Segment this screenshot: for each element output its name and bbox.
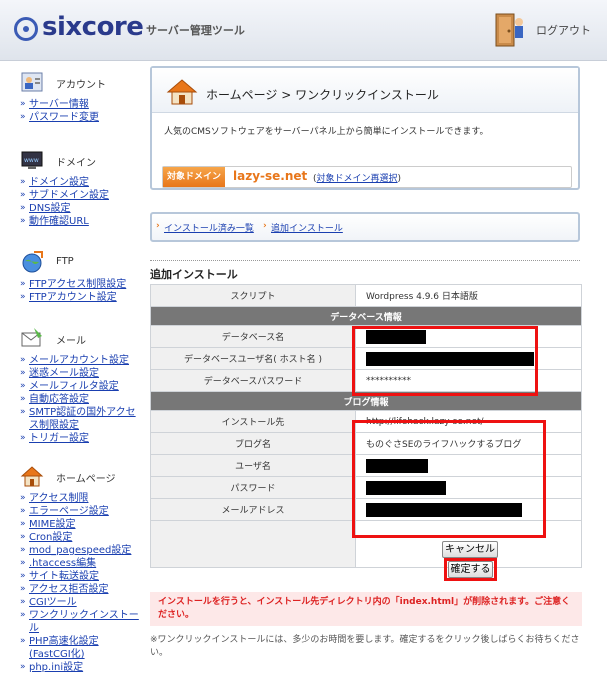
breadcrumb-add-install[interactable]: 追加インストール xyxy=(271,221,343,234)
homepage-house-icon xyxy=(20,466,44,487)
install-to-label: インストール先 xyxy=(150,410,356,433)
empty-cell xyxy=(150,520,356,568)
sidebar-item-cgi-tools[interactable]: CGIツール xyxy=(20,596,140,609)
sidebar-section-domain: www ドメイン ドメイン設定 サブドメイン設定 DNS設定 動作確認URL xyxy=(0,146,140,228)
domain-reselect-group: (対象ドメイン再選択) xyxy=(313,171,401,184)
sidebar-section-account: アカウント サーバー情報 パスワード変更 xyxy=(0,68,140,124)
sidebar-section-title: アカウント xyxy=(56,80,106,91)
blog-name-label: ブログ名 xyxy=(150,432,356,455)
blog-highlight-box xyxy=(352,420,546,538)
account-icon xyxy=(21,72,43,92)
sidebar-section-title: ドメイン xyxy=(56,158,96,169)
house-icon xyxy=(166,79,198,105)
db-highlight-box xyxy=(352,326,538,396)
db-pass-label: データベースパスワード xyxy=(150,369,356,392)
table-row: スクリプト Wordpress 4.9.6 日本語版 xyxy=(150,284,582,307)
sidebar-item-ftp-account[interactable]: FTPアカウント設定 xyxy=(20,291,140,304)
sidebar-item-htaccess[interactable]: .htaccess編集 xyxy=(20,557,140,570)
target-domain-bar: 対象ドメイン lazy-se.net (対象ドメイン再選択) xyxy=(162,166,572,188)
ftp-globe-icon xyxy=(22,251,43,273)
sidebar-item-cron[interactable]: Cron設定 xyxy=(20,531,140,544)
script-label: スクリプト xyxy=(150,284,356,307)
svg-text:www: www xyxy=(24,157,39,164)
script-value: Wordpress 4.9.6 日本語版 xyxy=(355,284,582,307)
sidebar-item-mod-pagespeed[interactable]: mod_pagespeed設定 xyxy=(20,544,140,557)
logo[interactable]: sixcore xyxy=(42,12,144,42)
sidebar-item-smtp-restriction[interactable]: SMTP認証の国外アクセス制限設定 xyxy=(20,406,140,432)
target-domain-badge: 対象ドメイン xyxy=(163,167,225,187)
sidebar-section-title: メール xyxy=(56,336,86,347)
header: sixcore サーバー管理ツール ログアウト xyxy=(0,0,607,61)
section-title: 追加インストール xyxy=(150,268,238,281)
sidebar-item-spam-settings[interactable]: 迷惑メール設定 xyxy=(20,367,140,380)
sidebar-item-one-click-install[interactable]: ワンクリックインストール xyxy=(20,609,140,635)
table-row: データベース情報 xyxy=(150,306,582,326)
domain-www-icon: www xyxy=(21,151,43,169)
logo-subtitle: サーバー管理ツール xyxy=(146,24,245,37)
logo-icon xyxy=(14,17,38,41)
sidebar-item-mail-account[interactable]: メールアカウント設定 xyxy=(20,354,140,367)
sidebar-section-ftp: FTP FTPアクセス制限設定 FTPアカウント設定 xyxy=(0,248,140,304)
password-label: パスワード xyxy=(150,476,356,499)
sidebar-item-trigger-settings[interactable]: トリガー設定 xyxy=(20,432,140,445)
sidebar-item-dns-settings[interactable]: DNS設定 xyxy=(20,202,140,215)
page-description: 人気のCMSソフトウェアをサーバーパネル上から簡単にインストールできます。 xyxy=(164,127,489,137)
sidebar-section-title: ホームページ xyxy=(56,474,116,485)
sidebar-item-php-ini[interactable]: php.ini設定 xyxy=(20,661,140,674)
db-group-header: データベース情報 xyxy=(150,306,582,326)
install-note: ※ワンクリックインストールには、多少のお時間を要します。確定するをクリック後しば… xyxy=(150,635,580,658)
sidebar-item-check-url[interactable]: 動作確認URL xyxy=(20,215,140,228)
breadcrumb: › インストール済み一覧 › 追加インストール xyxy=(150,212,580,242)
sidebar-item-server-info[interactable]: サーバー情報 xyxy=(20,98,140,111)
sidebar-item-mime[interactable]: MIME設定 xyxy=(20,518,140,531)
breadcrumb-installed-list[interactable]: インストール済み一覧 xyxy=(164,221,254,234)
sidebar-item-access-deny[interactable]: アクセス拒否設定 xyxy=(20,583,140,596)
sidebar-item-error-page[interactable]: エラーページ設定 xyxy=(20,505,140,518)
sidebar-section-homepage: ホームページ アクセス制限 エラーページ設定 MIME設定 Cron設定 mod… xyxy=(0,462,140,674)
confirm-button[interactable]: 確定する xyxy=(448,561,493,578)
sidebar-item-auto-reply[interactable]: 自動応答設定 xyxy=(20,393,140,406)
paren-close: ) xyxy=(397,174,402,184)
email-label: メールアドレス xyxy=(150,498,356,521)
mail-envelope-icon xyxy=(21,328,42,347)
sidebar-item-domain-settings[interactable]: ドメイン設定 xyxy=(20,176,140,189)
page-title-panel: ホームページ > ワンクリックインストール 人気のCMSソフトウェアをサーバーパ… xyxy=(150,66,580,190)
sidebar-item-subdomain-settings[interactable]: サブドメイン設定 xyxy=(20,189,140,202)
username-label: ユーザ名 xyxy=(150,454,356,477)
sidebar-item-mail-filter[interactable]: メールフィルタ設定 xyxy=(20,380,140,393)
sidebar-item-password-change[interactable]: パスワード変更 xyxy=(20,111,140,124)
target-domain-name: lazy-se.net xyxy=(233,169,308,183)
db-user-label: データベースユーザ名( ホスト名 ) xyxy=(150,347,356,370)
divider xyxy=(150,260,580,261)
breadcrumb-arrow-icon: › xyxy=(156,221,160,231)
sidebar-section-title: FTP xyxy=(56,256,74,267)
sidebar-item-php-fastcgi[interactable]: PHP高速化設定(FastCGI化) xyxy=(20,635,140,661)
sidebar: アカウント サーバー情報 パスワード変更 www ドメイン ドメイン設定 サブド… xyxy=(0,60,140,675)
sidebar-item-site-transfer[interactable]: サイト転送設定 xyxy=(20,570,140,583)
sidebar-item-access-limit[interactable]: アクセス制限 xyxy=(20,492,140,505)
sidebar-item-ftp-access-limit[interactable]: FTPアクセス制限設定 xyxy=(20,278,140,291)
logout-link[interactable]: ログアウト xyxy=(536,22,591,38)
sidebar-section-mail: メール メールアカウント設定 迷惑メール設定 メールフィルタ設定 自動応答設定 … xyxy=(0,324,140,445)
warning-message: インストールを行うと、インストール先ディレクトリ内の「index.html」が削… xyxy=(150,592,582,626)
page-title: ホームページ > ワンクリックインストール xyxy=(206,88,439,102)
main-content: ホームページ > ワンクリックインストール 人気のCMSソフトウェアをサーバーパ… xyxy=(150,66,582,658)
breadcrumb-arrow-icon: › xyxy=(263,221,267,231)
db-name-label: データベース名 xyxy=(150,325,356,348)
logout-door-icon[interactable] xyxy=(492,12,526,48)
domain-reselect-link[interactable]: 対象ドメイン再選択 xyxy=(317,174,398,184)
cancel-button[interactable]: キャンセル xyxy=(442,541,498,558)
